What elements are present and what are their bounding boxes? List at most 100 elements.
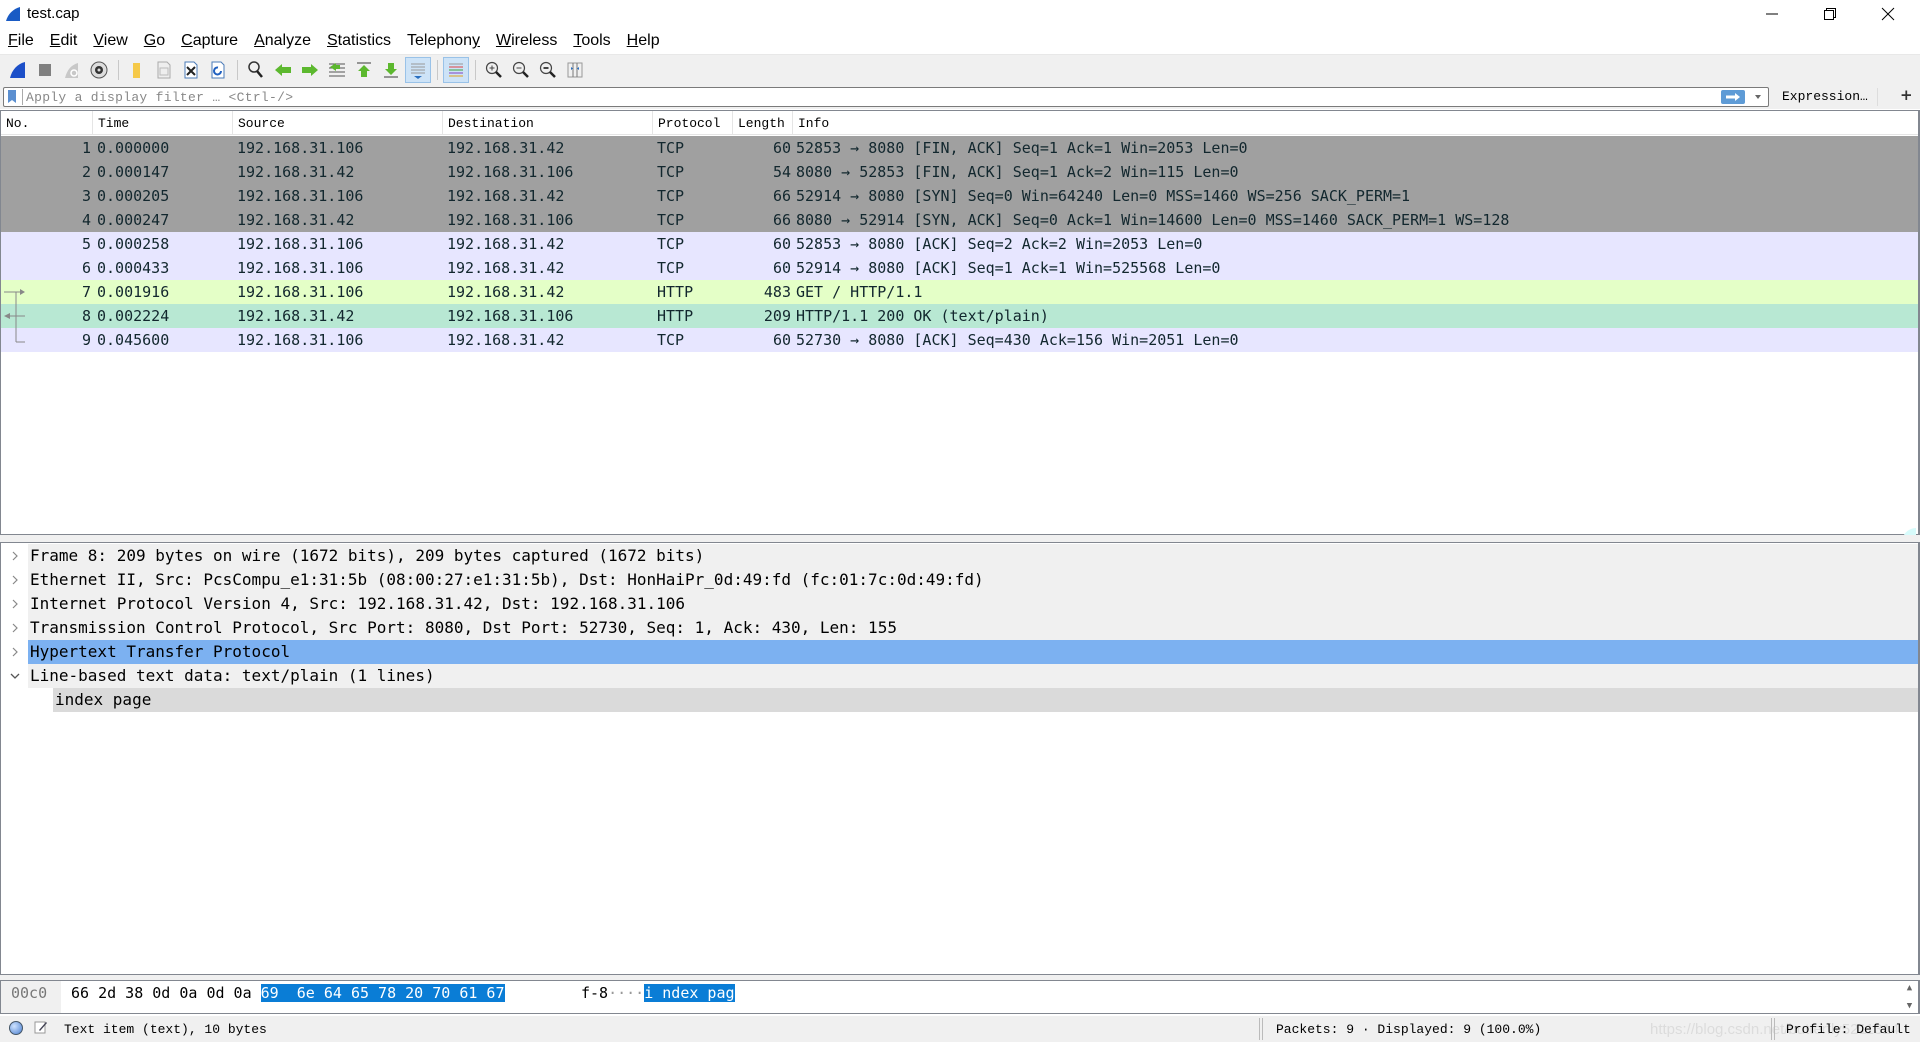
menu-telephony[interactable]: Telephony xyxy=(399,30,488,54)
expert-info-icon[interactable] xyxy=(9,1021,23,1035)
zoom-normal-button[interactable] xyxy=(535,57,561,83)
display-filter-input[interactable]: Apply a display filter … <Ctrl-/> xyxy=(3,87,1769,107)
packet-row[interactable]: 5 0.000258 192.168.31.106 192.168.31.42 TCP 6… xyxy=(1,232,1918,256)
column-header-length[interactable]: Length xyxy=(733,111,793,135)
packet-row[interactable]: 1 0.000000 192.168.31.106 192.168.31.42 TCP 6… xyxy=(1,136,1918,160)
go-back-button[interactable] xyxy=(270,57,296,83)
stop-capture-button[interactable] xyxy=(32,57,58,83)
detail-tree-item[interactable]: Line-based text data: text/plain (1 line… xyxy=(1,664,1918,688)
menu-bar: File Edit View Go Capture Analyze Statistics Te… xyxy=(0,30,668,54)
detail-tree-item[interactable]: Frame 8: 209 bytes on wire (1672 bits), … xyxy=(1,544,1918,568)
packet-destination: 192.168.31.42 xyxy=(447,259,565,277)
column-header-protocol[interactable]: Protocol xyxy=(653,111,733,135)
capture-options-button[interactable] xyxy=(86,57,112,83)
find-packet-button[interactable] xyxy=(243,57,269,83)
packet-row[interactable]: 8 0.002224 192.168.31.42 192.168.31.106 HTTP… xyxy=(1,304,1918,328)
go-to-packet-button[interactable] xyxy=(324,57,350,83)
packet-destination: 192.168.31.42 xyxy=(447,235,565,253)
close-icon xyxy=(1881,7,1895,21)
column-header-time[interactable]: Time xyxy=(93,111,233,135)
zoom-out-button[interactable] xyxy=(508,57,534,83)
menu-wireless[interactable]: Wireless xyxy=(488,30,565,54)
restore-button[interactable] xyxy=(1801,0,1859,28)
packet-source: 192.168.31.106 xyxy=(237,259,364,277)
scroll-up-icon[interactable]: ▲ xyxy=(1907,983,1912,993)
detail-tree-item[interactable]: Transmission Control Protocol, Src Port:… xyxy=(1,616,1918,640)
resize-columns-button[interactable] xyxy=(562,57,588,83)
status-bar: Text item (text), 10 bytes Packets: 9 · … xyxy=(0,1016,1920,1042)
packet-list[interactable]: No. Time Source Destination Protocol Len… xyxy=(0,110,1920,572)
pane-splitter[interactable] xyxy=(0,535,1920,542)
bookmark-icon[interactable] xyxy=(7,90,17,104)
detail-leaf-item[interactable]: index page xyxy=(1,688,1918,712)
go-forward-button[interactable] xyxy=(297,57,323,83)
bytes-scrollbar[interactable]: ▲ ▼ xyxy=(1901,981,1918,1013)
menu-analyze[interactable]: Analyze xyxy=(246,30,319,54)
chevron-right-icon[interactable] xyxy=(9,616,21,640)
reload-file-button[interactable] xyxy=(205,57,231,83)
go-first-packet-button[interactable] xyxy=(351,57,377,83)
packet-row[interactable]: 9 0.045600 192.168.31.106 192.168.31.42 TCP 6… xyxy=(1,328,1918,352)
packet-row[interactable]: 7 0.001916 192.168.31.106 192.168.31.42 HTTP… xyxy=(1,280,1918,304)
menu-view[interactable]: View xyxy=(85,30,135,54)
packet-length: 483 xyxy=(763,283,791,301)
hex-plain: 66 2d 38 0d 0a 0d 0a xyxy=(71,984,261,1002)
scroll-down-icon[interactable]: ▼ xyxy=(1907,1001,1912,1011)
close-button[interactable] xyxy=(1859,0,1917,28)
detail-label: Hypertext Transfer Protocol xyxy=(28,640,1918,664)
chevron-right-icon[interactable] xyxy=(9,640,21,664)
add-filter-button[interactable]: + xyxy=(1900,86,1913,104)
apply-filter-button[interactable] xyxy=(1721,90,1745,104)
menu-help[interactable]: Help xyxy=(619,30,668,54)
packet-row[interactable]: 2 0.000147 192.168.31.42 192.168.31.106 TCP 5… xyxy=(1,160,1918,184)
menu-go[interactable]: Go xyxy=(136,30,173,54)
packet-bytes[interactable]: 00c0 66 2d 38 0d 0a 0d 0a 69 6e 64 65 78… xyxy=(0,980,1920,1014)
chevron-down-icon[interactable] xyxy=(1753,92,1763,102)
expression-button[interactable]: Expression… xyxy=(1782,89,1868,104)
column-header-destination[interactable]: Destination xyxy=(443,111,653,135)
packet-time: 0.000247 xyxy=(97,211,170,229)
status-profile[interactable]: Profile: Default xyxy=(1786,1022,1911,1037)
chevron-right-icon[interactable] xyxy=(9,568,21,592)
colorize-button[interactable] xyxy=(443,57,469,83)
capture-comment-icon[interactable] xyxy=(34,1020,48,1034)
chevron-right-icon[interactable] xyxy=(9,544,21,568)
chevron-down-icon[interactable] xyxy=(9,664,21,688)
resize-columns-icon xyxy=(567,62,583,78)
column-header-info[interactable]: Info xyxy=(793,111,1919,135)
save-file-button[interactable] xyxy=(151,57,177,83)
packet-info: 52730 → 8080 [ACK] Seq=430 Ack=156 Win=2… xyxy=(796,331,1239,349)
autoscroll-button[interactable] xyxy=(405,57,431,83)
start-capture-button[interactable] xyxy=(5,57,31,83)
packet-protocol: TCP xyxy=(657,163,685,181)
column-header-no[interactable]: No. xyxy=(1,111,93,135)
packet-row[interactable]: 6 0.000433 192.168.31.106 192.168.31.42 TCP 6… xyxy=(1,256,1918,280)
zoom-in-button[interactable] xyxy=(481,57,507,83)
menu-tools[interactable]: Tools xyxy=(565,30,618,54)
detail-tree-item[interactable]: Hypertext Transfer Protocol xyxy=(1,640,1918,664)
menu-file[interactable]: File xyxy=(0,30,42,54)
restart-capture-button[interactable] xyxy=(59,57,85,83)
menu-edit[interactable]: Edit xyxy=(42,30,86,54)
packet-details[interactable]: Frame 8: 209 bytes on wire (1672 bits), … xyxy=(0,542,1920,975)
go-last-packet-button[interactable] xyxy=(378,57,404,83)
open-file-button[interactable] xyxy=(124,57,150,83)
packet-protocol: HTTP xyxy=(657,283,694,301)
folder-icon xyxy=(133,63,140,78)
chevron-right-icon[interactable] xyxy=(9,592,21,616)
menu-statistics[interactable]: Statistics xyxy=(319,30,399,54)
column-header-source[interactable]: Source xyxy=(233,111,443,135)
detail-tree-item[interactable]: Ethernet II, Src: PcsCompu_e1:31:5b (08:… xyxy=(1,568,1918,592)
packet-row[interactable]: 4 0.000247 192.168.31.42 192.168.31.106 TCP 6… xyxy=(1,208,1918,232)
detail-tree-item[interactable]: Internet Protocol Version 4, Src: 192.16… xyxy=(1,592,1918,616)
status-packet-count: Packets: 9 · Displayed: 9 (100.0%) xyxy=(1276,1022,1542,1037)
close-file-button[interactable] xyxy=(178,57,204,83)
minimize-button[interactable] xyxy=(1743,0,1801,28)
menu-capture[interactable]: Capture xyxy=(173,30,246,54)
status-divider[interactable] xyxy=(1771,1018,1775,1040)
menu-label-part: ireless xyxy=(511,32,558,49)
status-divider[interactable] xyxy=(1259,1018,1263,1040)
menu-label-part: E xyxy=(49,32,61,49)
packet-row[interactable]: 3 0.000205 192.168.31.106 192.168.31.42 TCP 6… xyxy=(1,184,1918,208)
packet-length: 209 xyxy=(763,307,791,325)
